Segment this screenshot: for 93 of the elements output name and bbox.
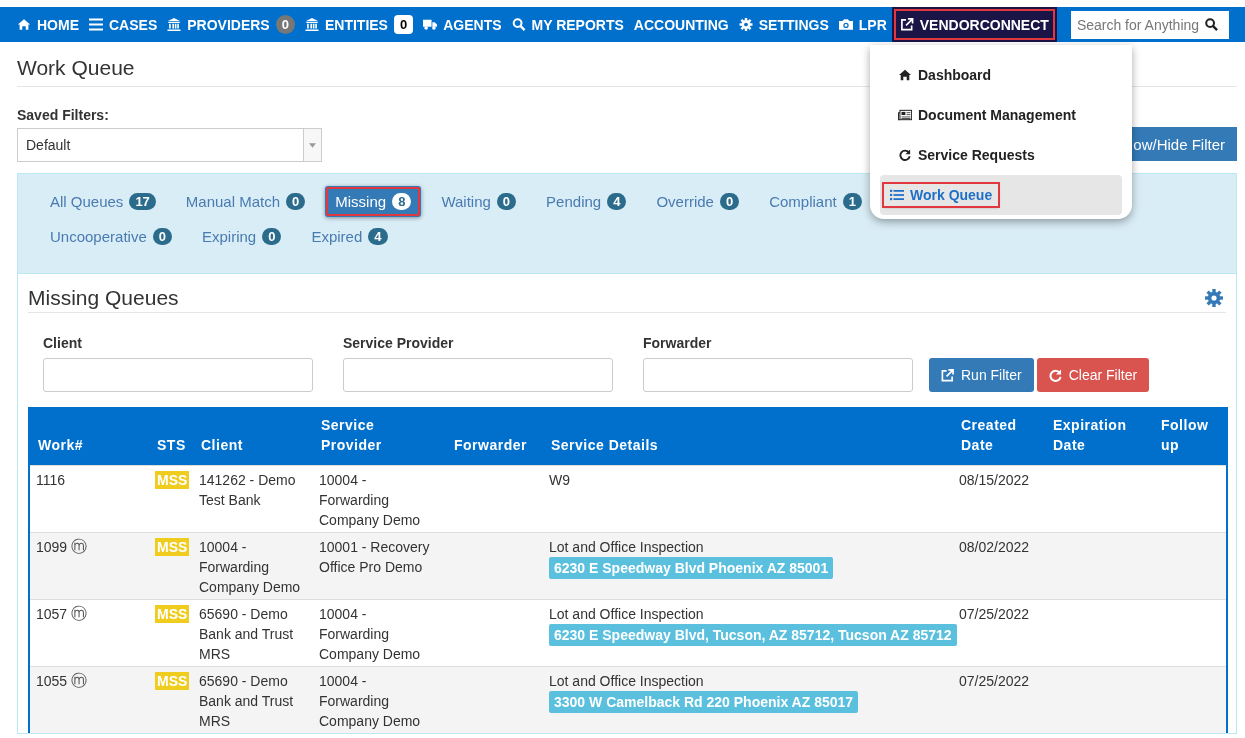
manual-mark: ⓜ (71, 605, 88, 623)
table-cell-text: 1099 (36, 538, 68, 557)
column-header[interactable]: Follow up (1153, 407, 1227, 466)
table-cell-text: 1055 (36, 672, 68, 691)
nav-link[interactable]: AGENTS (418, 7, 507, 42)
field-label: Service Provider (343, 335, 455, 351)
input-field[interactable] (43, 358, 313, 392)
count-badge: 0 (393, 15, 414, 34)
newspaper-icon (898, 109, 912, 121)
table-cell: 65690 - Demo Bank and Trust MRS (199, 673, 294, 729)
camera-icon (838, 18, 853, 31)
queue-tab[interactable]: Expiring 0 (191, 221, 292, 252)
column-header[interactable]: Client (193, 407, 313, 466)
address-label: 6230 E Speedway Blvd Phoenix AZ 85001 (549, 557, 834, 579)
table-cell-text: Lot and Office Inspection (549, 538, 705, 557)
home-icon (17, 18, 31, 31)
table-cell: 07/25/2022 (959, 673, 1030, 689)
bank-icon (304, 18, 319, 31)
column-header[interactable]: Expiration Date (1045, 407, 1153, 466)
column-header[interactable]: Service Details (543, 407, 953, 466)
queue-tab[interactable]: Expired 4 (301, 221, 398, 252)
menu-item[interactable]: Work Queue (880, 175, 1122, 215)
status-badge: MSS (155, 471, 190, 489)
address-label: 6230 E Speedway Blvd, Tucson, AZ 85712, Tucson AZ 85712 (549, 624, 957, 646)
queue-tab[interactable]: Pending 4 (536, 186, 637, 217)
table-cell: 10004 - Forwarding Company Demo (199, 539, 301, 595)
address-label: 3300 W Camelback Rd 220 Phoenix AZ 85017 (549, 691, 859, 713)
queue-tab[interactable]: All Queues 17 (40, 186, 166, 217)
queue-tab[interactable]: Missing 8 (325, 186, 422, 217)
column-header[interactable]: Created Date (953, 407, 1045, 466)
refresh-icon (898, 149, 912, 161)
table-cell-text: Lot and Office Inspection (549, 605, 705, 624)
table-cell: 10001 - Recovery Office Pro Demo (319, 539, 430, 575)
clear-filter-button[interactable]: Clear Filter (1036, 358, 1150, 392)
field-label: Forwarder (643, 335, 713, 351)
queue-tab[interactable]: Override 0 (646, 186, 750, 217)
refresh-icon (1048, 368, 1062, 382)
settings-icon[interactable] (1205, 289, 1223, 307)
queue-tab[interactable]: Waiting 0 (431, 186, 527, 217)
queue-tab[interactable]: Compliant 1 (759, 186, 872, 217)
manual-mark: ⓜ (71, 672, 88, 690)
run-filter-button[interactable]: Run Filter (929, 358, 1034, 392)
settings-icon (738, 18, 753, 31)
table-cell: 08/15/2022 (959, 472, 1030, 488)
section-title: Missing Queues (28, 286, 179, 310)
input-field[interactable] (343, 358, 613, 392)
field-label: Saved Filters: (17, 107, 110, 123)
field-label: Client (43, 335, 83, 351)
search-field[interactable]: Search for Anything (1070, 10, 1229, 39)
column-header[interactable]: Forwarder (446, 407, 543, 466)
column-header[interactable]: Work# (29, 407, 149, 466)
external-link-icon (941, 368, 954, 382)
status-badge: MSS (155, 672, 190, 690)
truck-icon (423, 18, 438, 31)
nav-link[interactable]: SETTINGS (733, 7, 834, 42)
caret-icon (309, 142, 316, 148)
nav-link[interactable]: MY REPORTS (506, 7, 629, 42)
saved-filter-select[interactable]: Default (17, 128, 322, 162)
nav-link[interactable]: VENDORCONNECT (891, 7, 1057, 42)
nav-link[interactable]: LPR (833, 7, 892, 42)
list-icon (890, 189, 904, 201)
queue-tab[interactable]: Uncooperative 0 (40, 221, 182, 252)
status-badge: MSS (155, 605, 190, 623)
menu-item[interactable]: Dashboard (880, 55, 1122, 95)
column-header[interactable]: STS (149, 407, 193, 466)
count-badge: 0 (275, 15, 295, 34)
home-icon (898, 69, 912, 81)
input-field[interactable] (643, 358, 913, 392)
nav-link[interactable]: PROVIDERS 0 (162, 7, 300, 42)
nav-link[interactable]: HOME (12, 7, 84, 42)
table-cell: 141262 - Demo Test Bank (199, 472, 296, 508)
status-badge: MSS (155, 538, 190, 556)
external-link-icon (899, 18, 914, 31)
table-cell: 08/02/2022 (959, 539, 1030, 555)
table-cell-text: 1116 (36, 471, 66, 490)
column-header[interactable]: Service Provider (313, 407, 446, 466)
table-cell-text: W9 (549, 471, 571, 490)
manual-mark: ⓜ (71, 538, 88, 556)
table-cell: 10004 - Forwarding Company Demo (319, 606, 421, 662)
search-icon (511, 18, 526, 31)
menu-icon (89, 18, 103, 31)
queue-tab[interactable]: Manual Match 0 (175, 186, 316, 217)
search-icon (1204, 18, 1218, 31)
table-cell: 10004 - Forwarding Company Demo (319, 673, 421, 729)
nav-link[interactable]: CASES (84, 7, 163, 42)
nav-link[interactable]: ACCOUNTING (628, 7, 734, 42)
table-cell-text: Lot and Office Inspection (549, 672, 705, 691)
nav-link[interactable]: ENTITIES 0 (299, 7, 419, 42)
table-cell-text: 1057 (36, 605, 68, 624)
table-cell: 65690 - Demo Bank and Trust MRS (199, 606, 294, 662)
table-cell: 07/25/2022 (959, 606, 1030, 622)
table-cell: 10004 - Forwarding Company Demo (319, 472, 421, 528)
bank-icon (167, 18, 182, 31)
